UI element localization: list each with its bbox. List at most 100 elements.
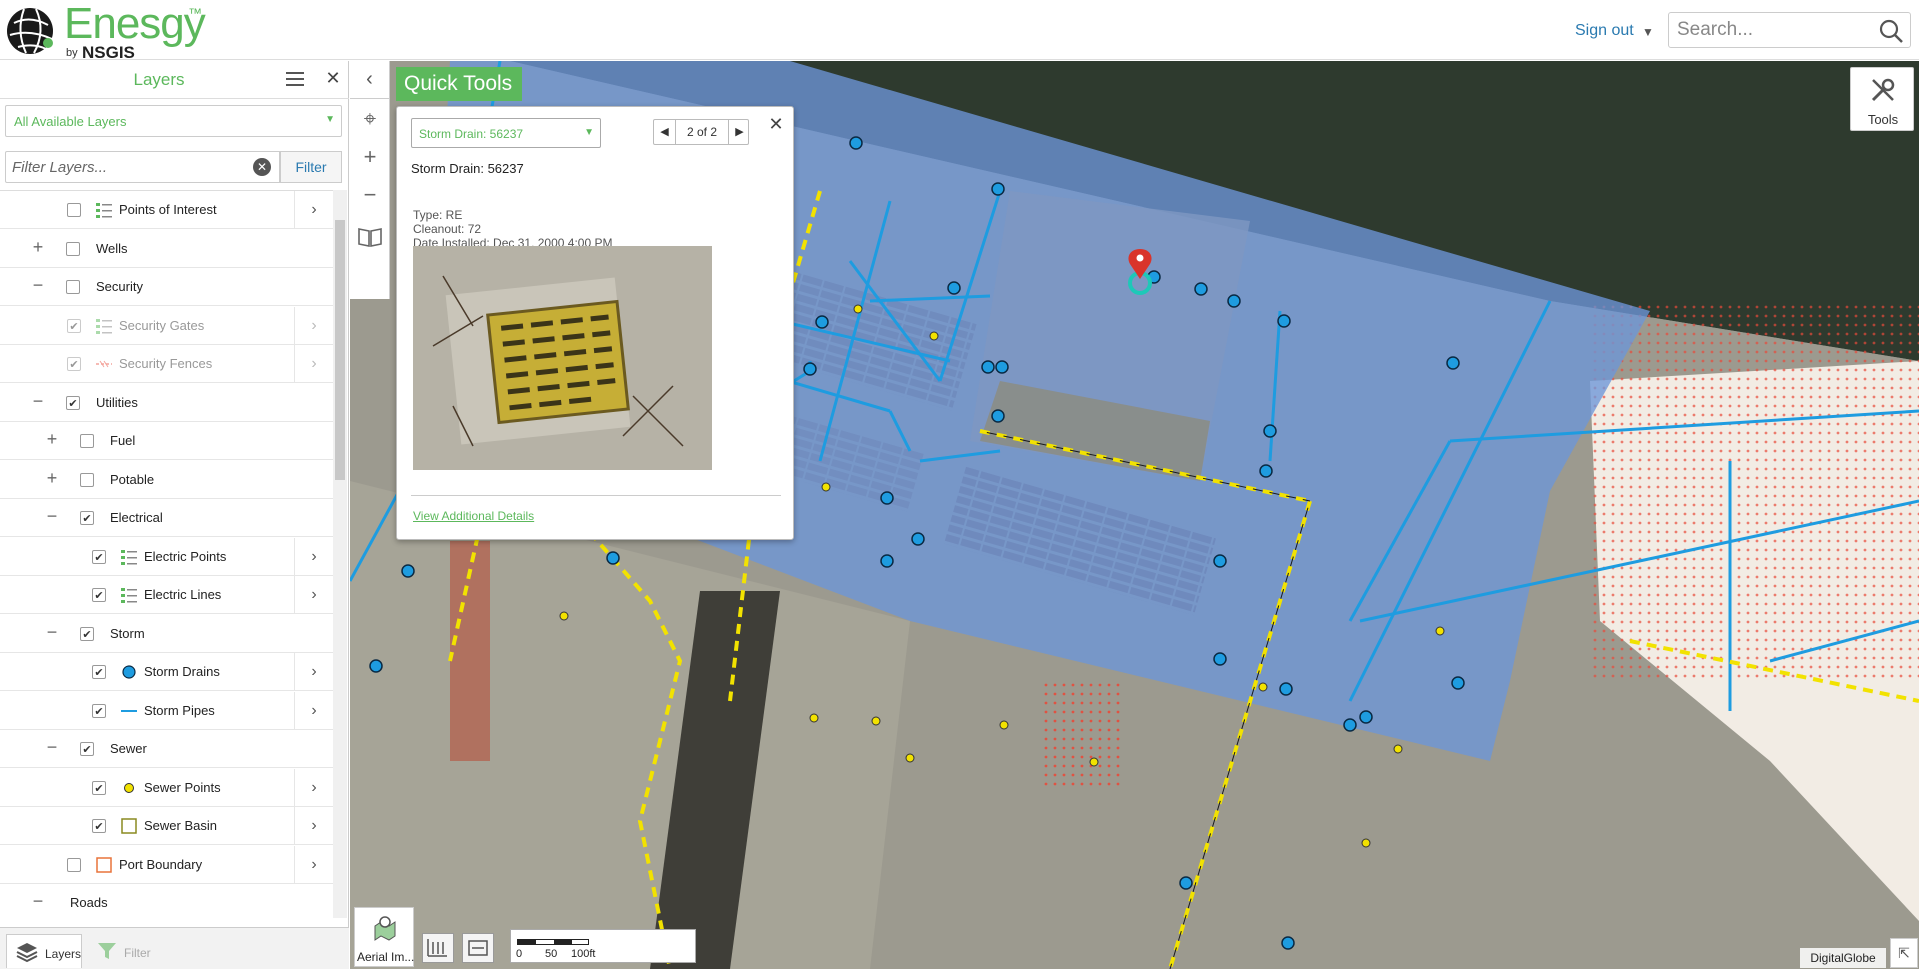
expand-icon[interactable]: ⇱	[1890, 938, 1918, 968]
grid-icon[interactable]	[422, 933, 454, 963]
collapse-icon[interactable]: −	[30, 276, 46, 294]
sewer-basin-symbol-icon	[121, 818, 137, 834]
collapse-icon[interactable]: −	[44, 623, 60, 641]
layer-row[interactable]: − Sewer	[0, 730, 333, 768]
expand-icon[interactable]: +	[44, 469, 60, 487]
collapse-icon[interactable]: −	[30, 892, 46, 910]
funnel-icon	[98, 943, 116, 959]
layer-checkbox[interactable]	[67, 857, 81, 872]
layer-checkbox[interactable]	[80, 511, 94, 525]
locate-icon[interactable]: ⌖	[354, 103, 386, 135]
layer-checkbox[interactable]	[92, 549, 106, 564]
layer-row[interactable]: − Utilities	[0, 384, 333, 422]
layer-label: Electric Points	[144, 548, 227, 564]
filter-layers-input[interactable]	[5, 151, 280, 183]
layer-checkbox[interactable]	[66, 280, 80, 294]
layer-checkbox[interactable]	[66, 395, 80, 410]
tab-layers[interactable]: Layers	[6, 934, 82, 968]
filter-button[interactable]: Filter	[280, 151, 342, 183]
layer-checkbox[interactable]	[92, 665, 106, 679]
next-button[interactable]: ▶	[728, 120, 750, 144]
chevron-down-icon[interactable]: ▼	[1642, 25, 1656, 39]
layer-checkbox[interactable]	[92, 588, 106, 602]
search-input[interactable]	[1669, 13, 1874, 47]
collapse-icon[interactable]: −	[30, 392, 46, 410]
clear-icon[interactable]: ✕	[253, 158, 271, 176]
layer-label: Electrical	[110, 510, 163, 525]
expand-icon[interactable]: +	[30, 238, 46, 256]
chevron-left-icon[interactable]: ‹	[350, 61, 390, 99]
chevron-right-icon[interactable]: ›	[294, 653, 333, 690]
close-icon[interactable]: ✕	[768, 115, 784, 133]
list-menu-icon[interactable]	[286, 71, 304, 87]
collapse-icon[interactable]: −	[44, 738, 60, 756]
chevron-right-icon[interactable]: ›	[294, 576, 333, 613]
chevron-right-icon[interactable]: ›	[294, 191, 333, 228]
map-view[interactable]: ‹ ⌖ + − Quick Tools Tools Storm Drain: 5…	[350, 61, 1919, 969]
layer-checkbox[interactable]	[92, 819, 106, 833]
layer-checkbox[interactable]	[80, 472, 94, 487]
layer-checkbox[interactable]	[80, 742, 94, 756]
chevron-right-icon[interactable]: ›	[294, 306, 333, 344]
layer-checkbox[interactable]	[80, 434, 94, 448]
layers-panel: Layers ✕ All Available Layers ▼ ✕ Filter…	[0, 61, 349, 969]
basemap-button[interactable]: Aerial Im...	[354, 907, 414, 967]
chevron-right-icon[interactable]: ›	[294, 691, 333, 729]
layer-checkbox[interactable]	[80, 626, 94, 641]
layer-row[interactable]: Sewer Basin ›	[0, 807, 333, 845]
company-name: NSGIS	[82, 43, 135, 62]
layer-row[interactable]: Electric Lines ›	[0, 576, 333, 614]
search-icon[interactable]	[1878, 18, 1904, 44]
close-icon[interactable]: ✕	[324, 69, 342, 87]
sign-out-link[interactable]: Sign out	[1575, 22, 1634, 40]
layer-row[interactable]: Sewer Points ›	[0, 768, 333, 807]
layer-row[interactable]: Storm Pipes ›	[0, 691, 333, 730]
zoom-out-button[interactable]: −	[354, 179, 386, 211]
chevron-right-icon[interactable]: ›	[294, 345, 333, 382]
chevron-right-icon[interactable]: ›	[294, 537, 333, 575]
layer-row[interactable]: − Security	[0, 268, 333, 306]
layer-checkbox[interactable]	[92, 703, 106, 718]
layer-group-select[interactable]: All Available Layers ▼	[5, 105, 342, 137]
measure-icon[interactable]	[462, 933, 494, 963]
chevron-right-icon[interactable]: ›	[294, 845, 333, 883]
layer-label: Sewer	[110, 741, 147, 756]
previous-button[interactable]: ◀	[654, 120, 676, 144]
layer-label: Storm Pipes	[144, 702, 215, 718]
layer-row[interactable]: − Roads	[0, 884, 333, 918]
layer-row[interactable]: Storm Drains ›	[0, 653, 333, 691]
attr-cleanout: Cleanout: 72	[413, 222, 482, 236]
view-details-link[interactable]: View Additional Details	[413, 509, 534, 523]
storm-drain-photo[interactable]	[413, 246, 712, 470]
trademark: ™	[188, 5, 202, 21]
layer-row[interactable]: Points of Interest ›	[0, 191, 333, 229]
layer-row[interactable]: + Wells	[0, 230, 333, 268]
layer-checkbox[interactable]	[67, 203, 81, 217]
layer-checkbox[interactable]	[67, 318, 81, 333]
layer-row[interactable]: − Storm	[0, 615, 333, 653]
feature-select[interactable]: Storm Drain: 56237 ▼	[411, 118, 601, 148]
tab-filter[interactable]: Filter	[92, 934, 162, 968]
book-icon[interactable]	[354, 221, 386, 253]
layer-checkbox[interactable]	[92, 780, 106, 795]
layer-row[interactable]: + Fuel	[0, 422, 333, 460]
chevron-right-icon[interactable]: ›	[294, 807, 333, 844]
quick-tools-button[interactable]: Quick Tools	[396, 67, 522, 101]
tools-button[interactable]: Tools	[1850, 67, 1914, 131]
chevron-right-icon[interactable]: ›	[294, 768, 333, 806]
zoom-in-button[interactable]: +	[354, 141, 386, 173]
layer-row[interactable]: Security Gates ›	[0, 306, 333, 345]
layer-checkbox[interactable]	[67, 357, 81, 371]
layer-row[interactable]: Security Fences ›	[0, 345, 333, 383]
scrollbar-thumb[interactable]	[335, 220, 345, 480]
layer-checkbox[interactable]	[66, 241, 80, 256]
layer-row[interactable]: + Potable	[0, 461, 333, 499]
layer-tree-scrollbar[interactable]	[333, 190, 347, 918]
collapse-icon[interactable]: −	[44, 507, 60, 525]
layer-row[interactable]: Port Boundary ›	[0, 845, 333, 884]
layer-row[interactable]: Electric Points ›	[0, 537, 333, 576]
layer-row[interactable]: − Electrical	[0, 499, 333, 537]
globe-icon	[7, 8, 53, 54]
expand-icon[interactable]: +	[44, 430, 60, 448]
enesgy-logo[interactable]: Enesgy ™ by NSGIS	[4, 0, 206, 62]
